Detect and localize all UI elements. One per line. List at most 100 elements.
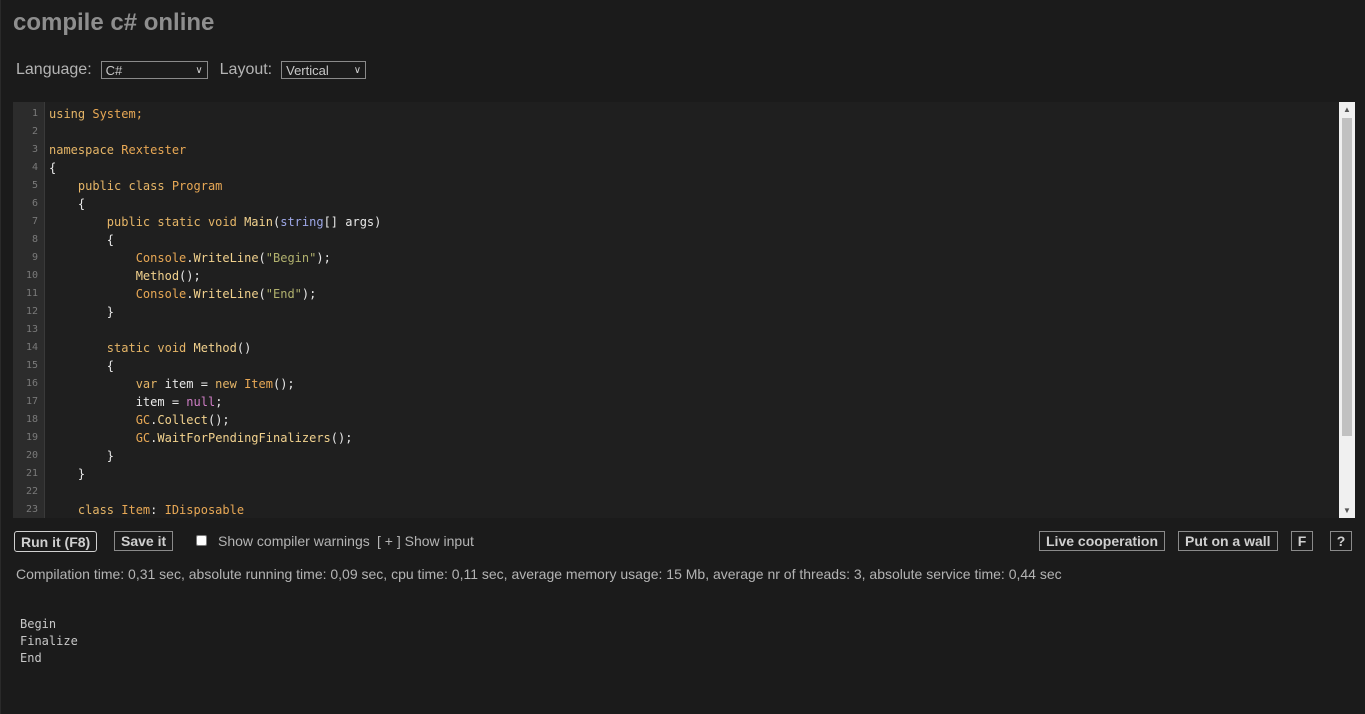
code-line[interactable]: Console.WriteLine("Begin"); — [49, 249, 1337, 267]
code-line[interactable]: } — [49, 447, 1337, 465]
line-number: 22 — [25, 486, 38, 497]
code-token: Item — [244, 377, 273, 391]
live-cooperation-button[interactable]: Live cooperation — [1039, 531, 1166, 551]
line-number: 16 — [25, 378, 38, 389]
line-number: 11 — [25, 288, 38, 299]
code-line[interactable]: public static void Main(string[] args) — [49, 213, 1337, 231]
line-number: 2 — [31, 126, 38, 137]
code-token: { — [49, 233, 115, 247]
output-line: Finalize — [20, 634, 78, 648]
code-token: IDisposable — [164, 503, 245, 517]
code-token: : — [150, 503, 165, 517]
output-line: End — [20, 651, 42, 665]
page-frame: compile c# online Language: C# ∨ Layout:… — [0, 0, 1364, 714]
code-token: WaitForPendingFinalizers — [157, 431, 331, 445]
code-token: } — [49, 305, 115, 319]
code-line[interactable]: { — [49, 231, 1337, 249]
code-token: (); — [272, 377, 295, 391]
code-token: [] args) — [323, 215, 382, 229]
code-line[interactable]: { — [49, 357, 1337, 375]
code-token: Rextester — [114, 143, 187, 157]
code-token: new — [215, 377, 245, 391]
code-token: item = — [164, 377, 216, 391]
line-number: 9 — [31, 252, 38, 263]
code-line[interactable]: Method(); — [49, 267, 1337, 285]
code-token: (); — [330, 431, 353, 445]
code-line[interactable]: class Item: IDisposable — [49, 501, 1337, 518]
help-button[interactable]: ? — [1330, 531, 1352, 551]
line-number: 7 — [31, 216, 38, 227]
code-token: Collect — [157, 413, 208, 427]
code-line[interactable]: static void Method() — [49, 339, 1337, 357]
code-token: Console — [49, 251, 187, 265]
code-token: () — [236, 341, 252, 355]
code-line[interactable]: using System; — [49, 105, 1337, 123]
code-line[interactable] — [49, 123, 1337, 141]
line-number: 3 — [31, 144, 38, 155]
output-line: Begin — [20, 617, 57, 631]
code-line[interactable]: item = null; — [49, 393, 1337, 411]
language-select[interactable]: C# ∨ — [100, 61, 208, 79]
code-line[interactable]: { — [49, 159, 1337, 177]
code-token: item = — [49, 395, 187, 409]
code-token: . — [186, 287, 194, 301]
code-token: Program — [171, 179, 223, 193]
code-token: public static void — [49, 215, 245, 229]
put-on-wall-button[interactable]: Put on a wall — [1178, 531, 1278, 551]
code-token: Method — [49, 269, 180, 283]
code-line[interactable] — [49, 321, 1337, 339]
code-area[interactable]: using System; namespace Rextester { public… — [49, 102, 1337, 518]
page-title: compile c# online — [13, 9, 215, 36]
code-token: ; — [215, 395, 223, 409]
code-token: { — [49, 197, 86, 211]
line-number: 15 — [25, 360, 38, 371]
code-line[interactable]: var item = new Item(); — [49, 375, 1337, 393]
code-line[interactable]: } — [49, 465, 1337, 483]
code-token: WriteLine — [193, 251, 259, 265]
code-line[interactable]: Console.WriteLine("End"); — [49, 285, 1337, 303]
line-number: 20 — [25, 450, 38, 461]
language-label: Language: — [16, 61, 92, 78]
line-number: 21 — [25, 468, 38, 479]
code-line[interactable]: GC.Collect(); — [49, 411, 1337, 429]
save-button[interactable]: Save it — [114, 531, 174, 551]
code-token: . — [186, 251, 194, 265]
line-number: 10 — [25, 270, 38, 281]
code-line[interactable]: } — [49, 303, 1337, 321]
code-token: ( — [258, 251, 266, 265]
layout-select-value: Vertical — [286, 62, 329, 78]
code-token: Console — [49, 287, 187, 301]
options-bar: Language: C# ∨ Layout: Vertical ∨ — [16, 60, 367, 80]
code-line[interactable]: GC.WaitForPendingFinalizers(); — [49, 429, 1337, 447]
compiler-warnings-label[interactable]: Show compiler warnings — [218, 533, 370, 549]
show-input-link[interactable]: [ + ] Show input — [377, 533, 474, 549]
code-line[interactable]: public class Program — [49, 177, 1337, 195]
editor-scrollbar[interactable]: ▲ ▼ — [1339, 102, 1355, 518]
line-number: 12 — [25, 306, 38, 317]
scrollbar-thumb[interactable] — [1342, 118, 1352, 436]
code-token: } — [49, 449, 115, 463]
code-line[interactable]: namespace Rextester — [49, 141, 1337, 159]
chevron-down-icon: ∨ — [195, 64, 203, 76]
code-editor[interactable]: 1 2 3 4 5 6 7 8 9 10 11 12 13 14 15 16 17 18 19 20 21 22 23 us… — [13, 102, 1355, 518]
run-button[interactable]: Run it (F8) — [14, 531, 98, 552]
code-token: Item — [121, 503, 151, 517]
code-line[interactable]: { — [49, 195, 1337, 213]
line-number: 5 — [31, 180, 38, 191]
code-token: "Begin" — [265, 251, 317, 265]
layout-select[interactable]: Vertical ∨ — [281, 61, 367, 79]
code-token: (); — [179, 269, 201, 283]
line-number: 23 — [25, 504, 38, 515]
fullscreen-button[interactable]: F — [1291, 531, 1313, 551]
code-token: "End" — [265, 287, 302, 301]
triangle-up-icon[interactable]: ▲ — [1339, 102, 1355, 117]
code-token: WriteLine — [193, 287, 259, 301]
compiler-warnings-checkbox[interactable] — [196, 535, 207, 546]
code-line[interactable] — [49, 483, 1337, 501]
code-token: class — [49, 503, 122, 517]
triangle-down-icon[interactable]: ▼ — [1339, 503, 1355, 518]
line-number: 6 — [31, 198, 38, 209]
code-token: var — [49, 377, 165, 391]
run-toolbar: Run it (F8) Save it Show compiler warnin… — [14, 531, 1354, 553]
code-token: public class — [49, 179, 172, 193]
